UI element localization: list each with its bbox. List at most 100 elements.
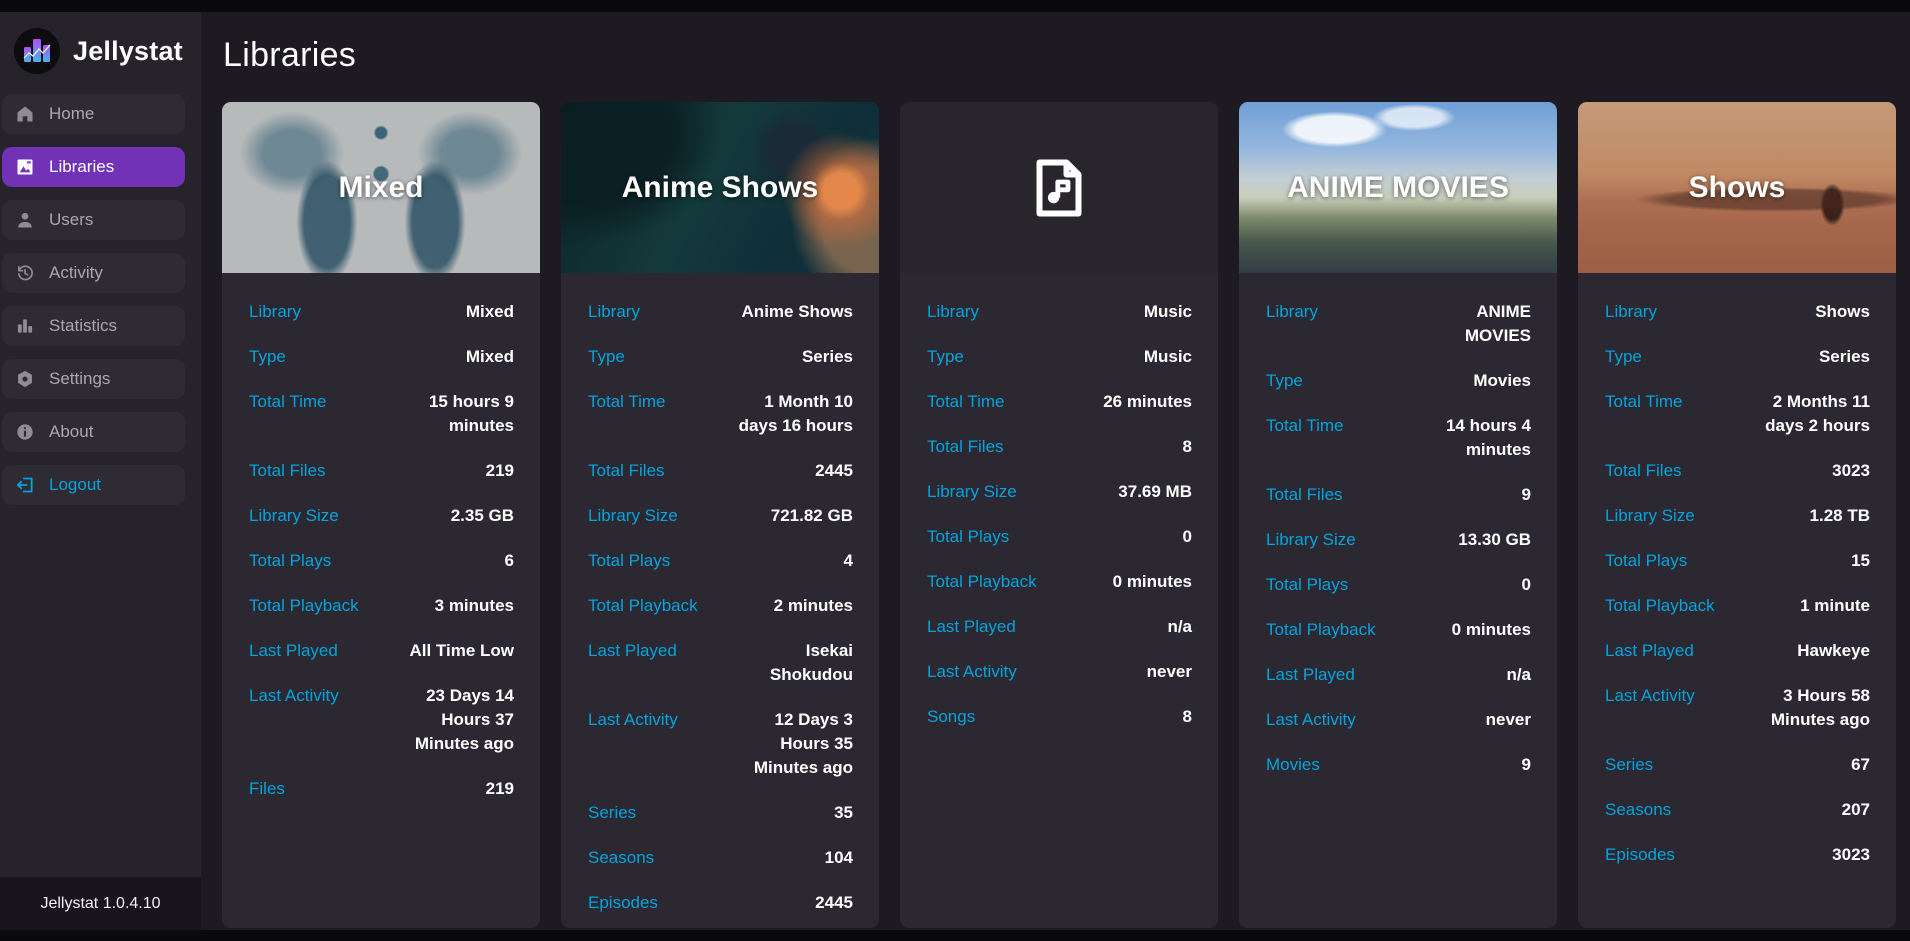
- stat-value: 14 hours 4 minutes: [1409, 414, 1531, 462]
- stat-value: 2445: [815, 891, 853, 915]
- library-card-music[interactable]: Library Music Type Music Total Time 26 m…: [900, 102, 1218, 928]
- stat-label: Series: [1605, 753, 1653, 777]
- stat-value: Music: [1144, 345, 1192, 369]
- sidebar-item-label: Settings: [49, 369, 110, 389]
- stat-value: 2 minutes: [774, 594, 853, 618]
- logout-icon: [15, 475, 35, 495]
- stat-label: Type: [1605, 345, 1642, 369]
- activity-icon: [15, 263, 35, 283]
- sidebar-item-statistics[interactable]: Statistics: [2, 306, 185, 346]
- stat-label: Series: [588, 801, 636, 825]
- stat-row: Total Time 15 hours 9 minutes: [249, 390, 514, 438]
- stat-row: Last Activity never: [927, 660, 1192, 684]
- stat-value: never: [1147, 660, 1192, 684]
- stat-row: Episodes 2445: [588, 891, 853, 915]
- library-card-image: ANIME MOVIES: [1239, 102, 1557, 273]
- stat-value: 2.35 GB: [451, 504, 514, 528]
- stat-label: Last Activity: [1266, 708, 1356, 732]
- stat-row: Type Series: [588, 345, 853, 369]
- stat-row: Series 67: [1605, 753, 1870, 777]
- stat-row: Total Files 219: [249, 459, 514, 483]
- library-card-title: Anime Shows: [622, 171, 819, 205]
- stat-label: Total Playback: [249, 594, 359, 618]
- sidebar-item-label: Home: [49, 104, 94, 124]
- library-card-stats: Library Anime Shows Type Series Total Ti…: [561, 273, 879, 928]
- main-content: Libraries Mixed Library Mixed Type Mixed…: [201, 12, 1910, 930]
- stat-label: Library Size: [1266, 528, 1356, 552]
- stat-label: Songs: [927, 705, 975, 729]
- sidebar-item-users[interactable]: Users: [2, 200, 185, 240]
- library-card-image: [900, 102, 1218, 273]
- home-icon: [15, 104, 35, 124]
- stat-value: 4: [844, 549, 853, 573]
- stat-value: Isekai Shokudou: [731, 639, 853, 687]
- stat-row: Last Played Hawkeye: [1605, 639, 1870, 663]
- stat-label: Total Plays: [1605, 549, 1687, 573]
- stat-value: Series: [802, 345, 853, 369]
- stat-label: Library Size: [249, 504, 339, 528]
- stat-row: Last Activity 23 Days 14 Hours 37 Minute…: [249, 684, 514, 756]
- stat-row: Total Time 2 Months 11 days 2 hours: [1605, 390, 1870, 438]
- stat-label: Total Plays: [588, 549, 670, 573]
- stat-row: Total Playback 2 minutes: [588, 594, 853, 618]
- stat-row: Seasons 207: [1605, 798, 1870, 822]
- stat-value: 1.28 TB: [1810, 504, 1870, 528]
- stat-label: Last Played: [249, 639, 338, 663]
- stat-label: Library Size: [588, 504, 678, 528]
- stat-value: 12 Days 3 Hours 35 Minutes ago: [731, 708, 853, 780]
- sidebar-item-label: Users: [49, 210, 93, 230]
- stat-value: ANIME MOVIES: [1409, 300, 1531, 348]
- library-card-shows[interactable]: Shows Library Shows Type Series Total Ti…: [1578, 102, 1896, 928]
- stat-label: Library: [249, 300, 301, 324]
- stat-value: Movies: [1473, 369, 1531, 393]
- stat-row: Last Played n/a: [1266, 663, 1531, 687]
- sidebar-item-label: Activity: [49, 263, 103, 283]
- sidebar-item-about[interactable]: About: [2, 412, 185, 452]
- stat-label: Total Plays: [249, 549, 331, 573]
- stat-value: 207: [1842, 798, 1870, 822]
- stat-value: 23 Days 14 Hours 37 Minutes ago: [392, 684, 514, 756]
- stat-value: 3023: [1832, 843, 1870, 867]
- sidebar-item-home[interactable]: Home: [2, 94, 185, 134]
- stat-label: Total Files: [927, 435, 1004, 459]
- stat-label: Episodes: [588, 891, 658, 915]
- stat-row: Total Plays 4: [588, 549, 853, 573]
- app-logo[interactable]: Jellystat: [0, 12, 201, 94]
- stat-label: Seasons: [588, 846, 654, 870]
- stat-value: 1 Month 10 days 16 hours: [731, 390, 853, 438]
- stat-value: n/a: [1167, 615, 1192, 639]
- sidebar-item-logout[interactable]: Logout: [2, 465, 185, 505]
- stat-label: Last Activity: [588, 708, 678, 732]
- app-title: Jellystat: [73, 36, 183, 67]
- sidebar-item-activity[interactable]: Activity: [2, 253, 185, 293]
- sidebar-item-label: Logout: [49, 475, 101, 495]
- stat-label: Total Playback: [927, 570, 1037, 594]
- stat-value: Series: [1819, 345, 1870, 369]
- settings-icon: [15, 369, 35, 389]
- stat-value: 67: [1851, 753, 1870, 777]
- stat-value: 104: [825, 846, 853, 870]
- library-card-title: Mixed: [338, 171, 423, 205]
- sidebar-nav: Home Libraries Users Activity Statistics…: [0, 94, 201, 518]
- stat-row: Last Played Isekai Shokudou: [588, 639, 853, 687]
- stat-value: 8: [1183, 705, 1192, 729]
- stat-value: 9: [1522, 483, 1531, 507]
- stat-row: Seasons 104: [588, 846, 853, 870]
- library-card-anime-movies[interactable]: ANIME MOVIES Library ANIME MOVIES Type M…: [1239, 102, 1557, 928]
- stat-value: Music: [1144, 300, 1192, 324]
- stat-value: 0: [1183, 525, 1192, 549]
- sidebar-item-libraries[interactable]: Libraries: [2, 147, 185, 187]
- library-card-mixed[interactable]: Mixed Library Mixed Type Mixed Total Tim…: [222, 102, 540, 928]
- sidebar: Jellystat Home Libraries Users Activity …: [0, 12, 201, 930]
- stat-value: Anime Shows: [742, 300, 853, 324]
- library-card-anime-shows[interactable]: Anime Shows Library Anime Shows Type Ser…: [561, 102, 879, 928]
- sidebar-item-settings[interactable]: Settings: [2, 359, 185, 399]
- stat-row: Total Files 2445: [588, 459, 853, 483]
- library-card-image: Mixed: [222, 102, 540, 273]
- stat-label: Library: [927, 300, 979, 324]
- stat-row: Total Playback 3 minutes: [249, 594, 514, 618]
- stat-value: 15 hours 9 minutes: [392, 390, 514, 438]
- library-card-stats: Library Music Type Music Total Time 26 m…: [900, 273, 1218, 750]
- page-title: Libraries: [223, 36, 1910, 75]
- statistics-icon: [15, 316, 35, 336]
